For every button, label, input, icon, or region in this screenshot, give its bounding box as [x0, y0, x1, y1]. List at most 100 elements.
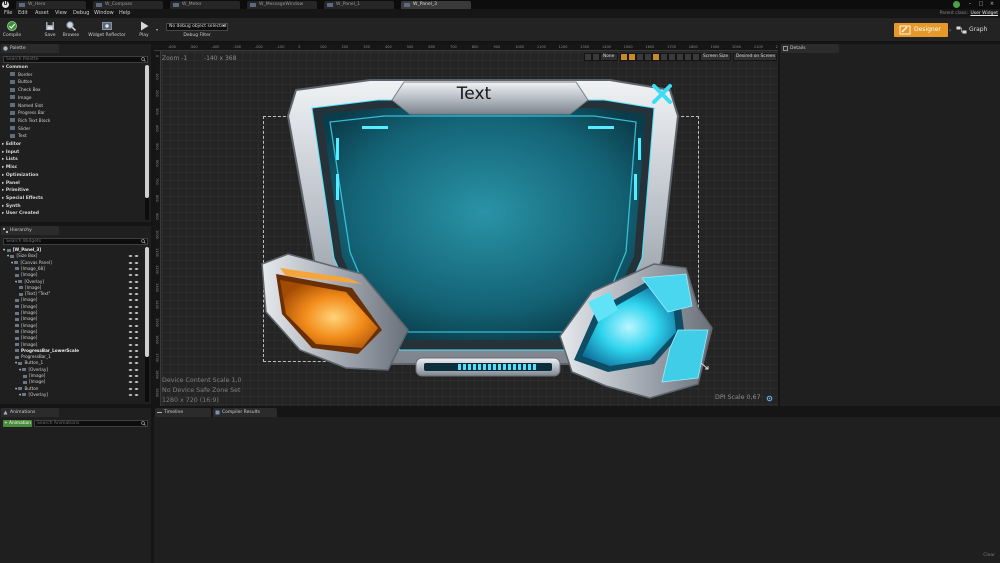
grid-snap-button[interactable] [620, 53, 628, 61]
document-tab[interactable]: W_Compass [93, 1, 163, 9]
visibility-toggle-icon[interactable] [128, 298, 139, 302]
widget-reflector-button[interactable]: Widget Reflector [88, 20, 126, 41]
tab-animations[interactable]: Animations [1, 408, 59, 417]
palette-category-common[interactable]: ▾ Common [2, 64, 28, 72]
add-animation-button[interactable]: + Animation [3, 420, 32, 427]
debug-object-select[interactable]: No debug object selected ▾ [166, 23, 228, 31]
palette-category[interactable]: ▸ Synth [2, 203, 21, 211]
device-button[interactable] [676, 53, 684, 61]
tab-hierarchy[interactable]: Hierarchy [1, 226, 59, 235]
visibility-toggle-icon[interactable] [128, 286, 139, 290]
animations-search-input[interactable]: Search Animations [34, 420, 148, 427]
hierarchy-row[interactable]: ▾ [Overlay] [19, 392, 48, 398]
menu-help[interactable]: Help [119, 9, 130, 18]
visibility-toggle-icon[interactable] [128, 305, 139, 309]
source-control-status-icon[interactable] [953, 1, 960, 8]
lock-button[interactable] [628, 53, 636, 61]
tab-timeline[interactable]: Timeline [155, 408, 211, 417]
visibility-toggle-icon[interactable] [128, 273, 139, 277]
menu-file[interactable]: File [4, 9, 12, 18]
minimize-window-button[interactable]: – [966, 1, 974, 8]
browse-button[interactable]: Browse [60, 20, 82, 41]
palette-item[interactable]: Button [10, 79, 32, 87]
visibility-toggle-icon[interactable] [128, 280, 139, 284]
palette-item[interactable]: Progress Bar [10, 110, 45, 118]
palette-scrollbar[interactable] [145, 65, 149, 220]
graph-mode-button[interactable]: Graph [954, 23, 998, 37]
visibility-toggle-icon[interactable] [128, 261, 139, 265]
visibility-toggle-icon[interactable] [128, 292, 139, 296]
visibility-toggle-icon[interactable] [128, 374, 139, 378]
visibility-toggle-icon[interactable] [128, 317, 139, 321]
gear-icon[interactable] [766, 395, 773, 402]
visibility-toggle-icon[interactable] [128, 361, 139, 365]
palette-category[interactable]: ▸ Special Effects [2, 195, 43, 203]
visibility-toggle-icon[interactable] [128, 336, 139, 340]
document-tab[interactable]: W_Panel_1 [324, 1, 394, 9]
palette-item[interactable]: Border [10, 72, 32, 80]
visibility-toggle-icon[interactable] [128, 311, 139, 315]
visibility-toggle-icon[interactable] [128, 387, 139, 391]
palette-item[interactable]: Check Box [10, 87, 41, 95]
palette-item[interactable]: Text [10, 133, 27, 141]
respect-locks-button[interactable] [652, 53, 660, 61]
visibility-toggle-icon[interactable] [128, 349, 139, 353]
flip-button[interactable] [692, 53, 700, 61]
menu-edit[interactable]: Edit [18, 9, 28, 18]
resize-handle-icon[interactable] [700, 362, 709, 370]
hierarchy-search-input[interactable]: Search Widgets [3, 238, 148, 245]
parent-class-link[interactable]: User Widget [970, 9, 998, 18]
palette-item[interactable]: Named Slot [10, 103, 43, 111]
palette-category[interactable]: ▸ Input [2, 149, 19, 157]
palette-search-input[interactable]: Search Palette [3, 56, 148, 63]
maximize-window-button[interactable]: □ [977, 1, 985, 8]
visibility-toggle-icon[interactable] [128, 355, 139, 359]
tab-palette[interactable]: Palette [1, 44, 59, 53]
palette-item[interactable]: Slider [10, 126, 30, 134]
palette-item[interactable]: Rich Text Block [10, 118, 50, 126]
play-options-chevron-icon[interactable]: ▾ [156, 27, 158, 32]
view-options-button[interactable] [668, 53, 676, 61]
visibility-toggle-icon[interactable] [128, 267, 139, 271]
zoom-to-fit-button[interactable] [592, 53, 600, 61]
visibility-toggle-icon[interactable] [128, 393, 139, 397]
menu-window[interactable]: Window [94, 9, 114, 18]
snap-toggle-button[interactable] [660, 53, 668, 61]
palette-category[interactable]: ▸ Misc [2, 164, 17, 172]
widget-title-text[interactable]: Text [424, 84, 524, 104]
preview-culture-dropdown[interactable]: None [600, 53, 618, 61]
refresh-button[interactable] [684, 53, 692, 61]
compile-button[interactable]: Compile [2, 20, 22, 41]
hierarchy-scrollbar[interactable] [145, 247, 149, 402]
menu-asset[interactable]: Asset [35, 9, 49, 18]
designer-viewport[interactable]: -600 -500 -400 -300 -200 -100 0 100 200 300 400 500… [154, 44, 778, 406]
show-outlines-button[interactable] [636, 53, 644, 61]
visibility-toggle-icon[interactable] [128, 368, 139, 372]
document-tab[interactable]: W_MessageWindow [247, 1, 317, 9]
panel-widget-preview[interactable] [258, 78, 718, 400]
localization-preview-button[interactable] [584, 53, 592, 61]
close-window-button[interactable]: × [988, 1, 996, 8]
visibility-toggle-icon[interactable] [128, 330, 139, 334]
screen-size-dropdown[interactable]: Screen Size [700, 53, 731, 61]
hierarchy-scroll-thumb[interactable] [145, 247, 149, 357]
clear-button[interactable]: Clear [983, 553, 995, 558]
tab-details[interactable]: Details [781, 44, 839, 53]
palette-category[interactable]: ▸ User Created [2, 210, 39, 218]
palette-category[interactable]: ▸ Primitive [2, 187, 29, 195]
grid-size-button[interactable] [644, 53, 652, 61]
menu-view[interactable]: View [55, 9, 67, 18]
palette-scroll-thumb[interactable] [145, 65, 149, 198]
palette-category[interactable]: ▸ Panel [2, 180, 20, 188]
play-button[interactable]: Play [135, 20, 153, 41]
document-tab[interactable]: W_Meter [170, 1, 240, 9]
document-tab[interactable]: W_Hero [16, 1, 86, 9]
fill-mode-dropdown[interactable]: Desired on Screen [733, 53, 777, 61]
palette-category[interactable]: ▸ Lists [2, 156, 18, 164]
palette-item[interactable]: Image [10, 95, 31, 103]
designer-mode-button[interactable]: Designer [894, 23, 948, 37]
palette-category[interactable]: ▸ Editor [2, 141, 21, 149]
document-tab[interactable]: W_Panel_3 [401, 1, 471, 9]
visibility-toggle-icon[interactable] [128, 343, 139, 347]
save-button[interactable]: Save [40, 20, 60, 41]
